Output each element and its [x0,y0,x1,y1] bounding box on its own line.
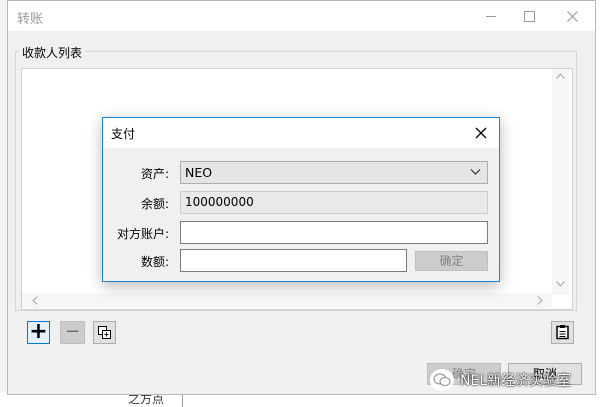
dialog-title-bar: 支付 [103,118,499,148]
asset-select[interactable]: NEO [180,161,488,184]
clipboard-icon [556,325,569,340]
asset-value: NEO [185,165,213,180]
window-title: 转账 [17,12,44,27]
scroll-left-icon[interactable] [32,296,38,308]
copy-icon [98,326,111,339]
watermark: NEL新经济实验室 [430,369,590,391]
dialog-close-button[interactable] [471,123,491,143]
asset-label: 资产: [140,167,169,181]
scroll-right-icon[interactable] [537,296,543,308]
dialog-title: 支付 [111,127,136,141]
recipient-list-label: 收款人列表 [19,44,86,61]
paste-button[interactable] [551,321,574,344]
close-icon [475,127,487,139]
recipient-label: 对方账户: [116,227,169,241]
scroll-down-icon[interactable] [556,280,565,290]
balance-label: 余额: [140,197,169,211]
payment-dialog: 支付 资产: NEO 余额: 100000000 对方账户: 数额: 确定 [102,117,500,282]
background-window-bottom [0,393,603,407]
vertical-scrollbar[interactable] [552,69,569,295]
chevron-down-icon [470,169,481,175]
minimize-button[interactable] [472,1,510,31]
close-button[interactable] [553,1,591,31]
maximize-icon [523,10,535,22]
amount-input[interactable] [180,249,407,272]
watermark-text: NEL新经济实验室 [460,373,572,389]
balance-field: 100000000 [180,191,488,214]
wechat-icon [430,369,454,391]
recipient-input[interactable] [180,221,488,244]
remove-recipient-button[interactable]: − [60,321,85,344]
minimize-icon [486,15,496,17]
horizontal-scrollbar[interactable] [22,293,552,308]
copy-button[interactable] [93,321,116,344]
add-recipient-button[interactable]: + [27,321,50,344]
title-bar: 转账 [8,1,595,31]
close-icon [566,11,578,22]
amount-label: 数额: [140,255,169,269]
scroll-up-icon[interactable] [556,72,565,82]
confirm-button[interactable]: 确定 [415,251,488,271]
maximize-button[interactable] [510,1,548,31]
